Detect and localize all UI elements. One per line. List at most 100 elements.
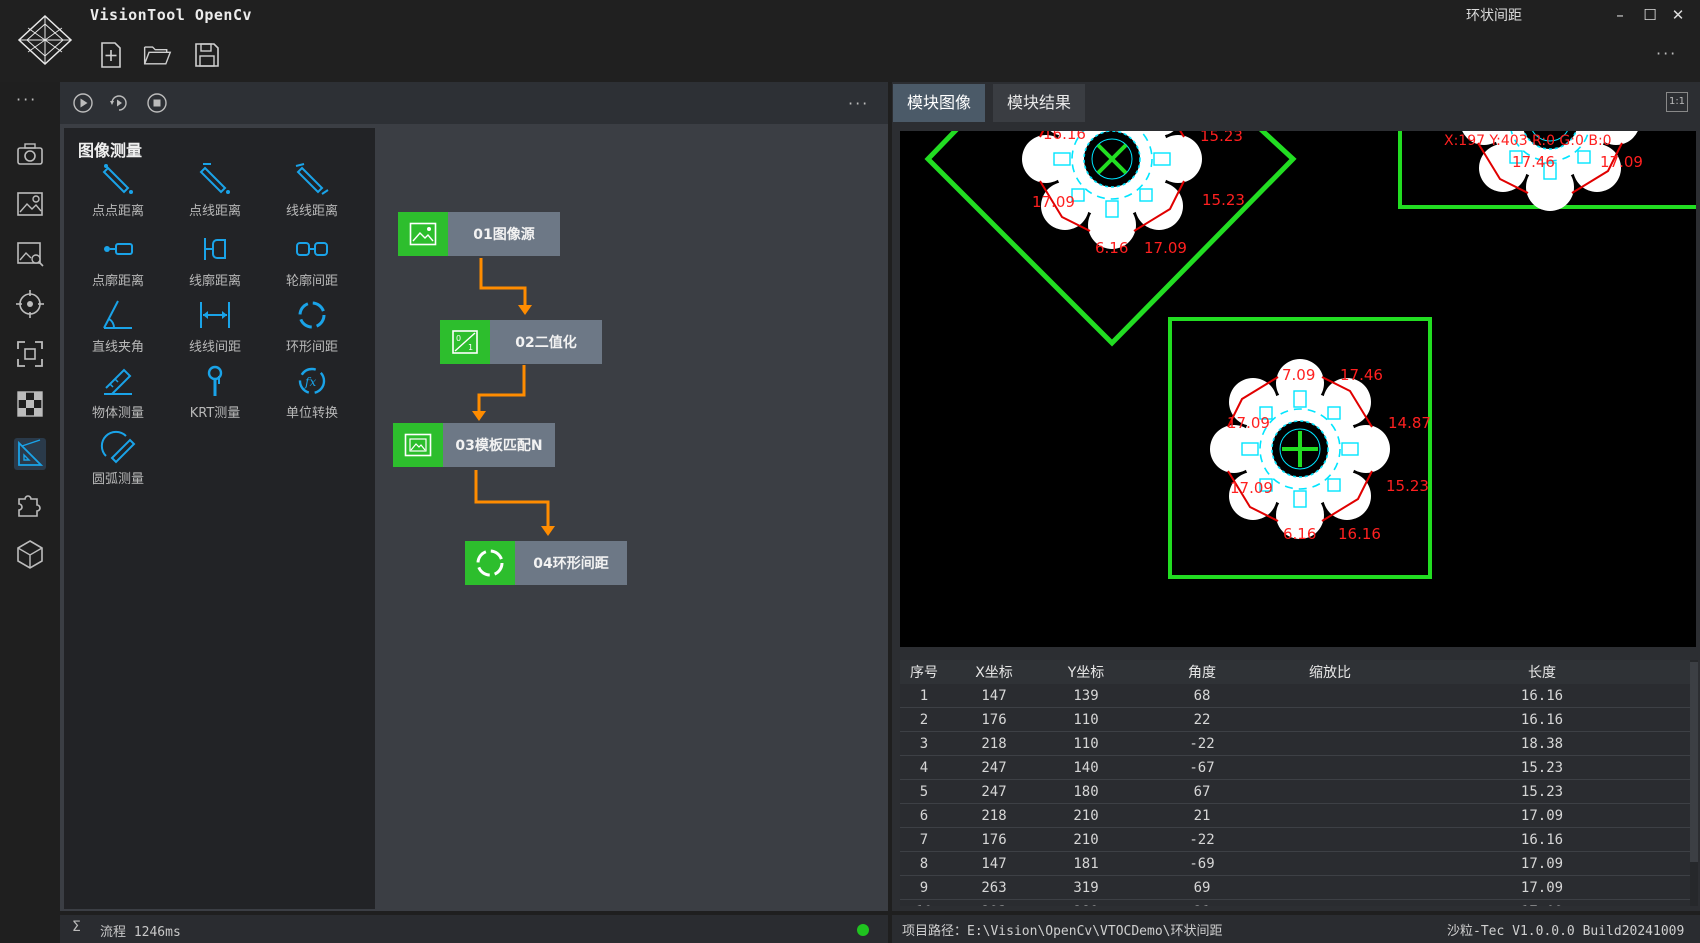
table-cell: [1272, 779, 1388, 804]
table-cell: -22: [1132, 827, 1272, 852]
table-cell: 210: [1040, 827, 1132, 852]
measure-label: 17.09: [1144, 239, 1187, 257]
roi-select-icon[interactable]: [14, 338, 46, 370]
run-loop-icon[interactable]: [108, 92, 130, 114]
tool-line-angle[interactable]: 直线夹角: [73, 298, 163, 364]
results-table[interactable]: 序号 X坐标 Y坐标 角度 缩放比 长度 1 147 139 68 16.16 2 176 1…: [900, 660, 1696, 906]
tab-module-result[interactable]: 模块结果: [993, 84, 1086, 122]
image-settings-icon[interactable]: [14, 188, 46, 220]
table-cell: 3: [900, 731, 948, 756]
flow-connectors: [472, 258, 555, 536]
table-cell: 8: [900, 851, 948, 876]
plugin-puzzle-icon[interactable]: [14, 488, 46, 520]
window-title: 环状间距: [1466, 8, 1522, 24]
table-cell: 147: [948, 684, 1040, 708]
svg-text:fx: fx: [304, 375, 316, 389]
table-cell: 5: [900, 779, 948, 804]
tool-ring-spacing[interactable]: 环形间距: [267, 298, 357, 364]
stop-icon[interactable]: [146, 92, 168, 114]
measure-label: 6.16: [1283, 525, 1316, 543]
template-match-icon: [393, 423, 443, 467]
target-icon[interactable]: [14, 288, 46, 320]
toolbox-title: 图像测量: [78, 141, 143, 160]
tool-krt-measure[interactable]: KRT测量: [170, 364, 260, 430]
table-row[interactable]: 9 263 319 69 17.09: [900, 875, 1696, 900]
tool-arc-measure[interactable]: 圆弧测量: [73, 430, 163, 496]
table-cell: 6: [900, 803, 948, 828]
tool-point-contour-distance[interactable]: 点廓距离: [73, 232, 163, 298]
tool-label: 圆弧测量: [91, 472, 144, 487]
measure-label: 17.09: [1032, 193, 1075, 211]
rail-more-button[interactable]: ···: [16, 90, 37, 109]
table-row[interactable]: 2 176 110 22 16.16: [900, 707, 1696, 732]
sigma-icon: Σ: [72, 919, 81, 935]
pixel-info-readout: X:197 Y:403 R:0 G:0 B:0: [1444, 133, 1612, 149]
col-scale[interactable]: 缩放比: [1272, 660, 1388, 684]
col-y[interactable]: Y坐标: [1040, 660, 1132, 684]
table-row[interactable]: 7 176 210 -22 16.16: [900, 827, 1696, 852]
line-line-distance-icon: [295, 163, 329, 195]
more-menu-button[interactable]: ···: [1656, 44, 1677, 63]
measure-label: 17.46: [1512, 153, 1555, 171]
flow-node-binarize[interactable]: 01 02二值化: [440, 320, 602, 364]
col-x[interactable]: X坐标: [948, 660, 1040, 684]
table-row[interactable]: 8 147 181 -69 17.09: [900, 851, 1696, 876]
table-row[interactable]: 1 147 139 68 16.16: [900, 684, 1696, 708]
tool-point-point-distance[interactable]: 点点距离: [73, 162, 163, 228]
close-button[interactable]: ✕: [1666, 4, 1690, 26]
point-point-distance-icon: [102, 164, 133, 194]
minimize-button[interactable]: –: [1608, 4, 1632, 26]
maximize-button[interactable]: ☐: [1638, 4, 1662, 26]
tool-object-measure[interactable]: 物体测量: [73, 364, 163, 430]
table-cell: 4: [900, 755, 948, 780]
tool-line-contour-distance[interactable]: 线廓距离: [170, 232, 260, 298]
tool-contour-spacing[interactable]: 轮廓间距: [267, 232, 357, 298]
new-file-icon[interactable]: [96, 40, 126, 70]
table-cell: [1272, 707, 1388, 732]
tool-label: 直线夹角: [91, 340, 144, 355]
point-line-distance-icon: [199, 163, 230, 194]
cube-icon[interactable]: [14, 538, 46, 570]
run-once-icon[interactable]: [72, 92, 94, 114]
flow-more-button[interactable]: ···: [848, 94, 869, 113]
flow-node-template-match[interactable]: 03模板匹配N: [393, 423, 555, 467]
title-bar: [0, 0, 1700, 82]
table-cell: 22: [1132, 707, 1272, 732]
flow-time: 流程 1246ms: [100, 925, 181, 940]
tab-module-image[interactable]: 模块图像: [893, 84, 986, 122]
tool-line-line-distance[interactable]: 线线距离: [267, 162, 357, 228]
table-scroll-thumb[interactable]: [1690, 662, 1698, 862]
flow-node-label: 03模板匹配N: [443, 423, 555, 467]
save-icon[interactable]: [192, 40, 222, 70]
line-spacing-icon: [200, 302, 230, 328]
image-viewer[interactable]: 16.16 15.23 17.09 15.23 6.16 17.09 17.46…: [900, 131, 1696, 647]
flow-node-image-source[interactable]: 01图像源: [398, 212, 560, 256]
tool-label: 物体测量: [91, 406, 144, 421]
checkerboard-icon[interactable]: [14, 388, 46, 420]
table-cell: 67: [1132, 779, 1272, 804]
table-row[interactable]: 1029328921 17.09: [900, 899, 1696, 906]
flow-node-label: 01图像源: [448, 212, 560, 256]
tool-unit-convert[interactable]: fx 单位转换: [267, 364, 357, 430]
table-cell: 247: [948, 779, 1040, 804]
flow-node-ring-spacing[interactable]: 04环形间距: [465, 541, 627, 585]
actual-size-button[interactable]: 1:1: [1666, 92, 1688, 112]
col-index[interactable]: 序号: [900, 660, 948, 684]
col-length[interactable]: 长度: [1388, 660, 1696, 684]
open-folder-icon[interactable]: [142, 40, 172, 70]
col-angle[interactable]: 角度: [1132, 660, 1272, 684]
tool-label: KRT测量: [189, 406, 241, 421]
table-row[interactable]: 6 218 210 21 17.09: [900, 803, 1696, 828]
table-cell: 176: [948, 707, 1040, 732]
table-row[interactable]: 5 247 180 67 15.23: [900, 779, 1696, 804]
tool-point-line-distance[interactable]: 点线距离: [170, 162, 260, 228]
flow-node-label: 02二值化: [490, 320, 602, 364]
table-row[interactable]: 3 218 110 -22 18.38: [900, 731, 1696, 756]
camera-icon[interactable]: [14, 138, 46, 170]
table-row[interactable]: 4 247 140 -67 15.23: [900, 755, 1696, 780]
table-cell: -22: [1132, 731, 1272, 756]
measure-ruler-icon[interactable]: [14, 438, 46, 470]
svg-text:1: 1: [468, 343, 473, 352]
tool-line-spacing[interactable]: 线线间距: [170, 298, 260, 364]
image-search-icon[interactable]: [14, 238, 46, 270]
